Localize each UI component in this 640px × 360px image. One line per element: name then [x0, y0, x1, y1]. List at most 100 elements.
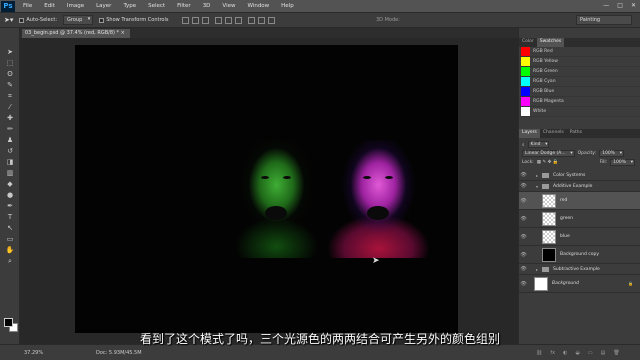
- menu-filter[interactable]: Filter: [171, 3, 197, 9]
- swatch-chip[interactable]: [521, 97, 530, 106]
- visibility-eye-icon[interactable]: 👁: [519, 216, 528, 222]
- tab-color[interactable]: Color: [519, 38, 537, 47]
- layer-row[interactable]: 👁 ▾ Additive Example: [519, 181, 640, 192]
- zoom-level[interactable]: 37.29%: [24, 350, 43, 356]
- layer-row[interactable]: 👁 Background copy: [519, 246, 640, 264]
- swatch-row[interactable]: White: [519, 107, 640, 117]
- menu-image[interactable]: Image: [61, 3, 90, 9]
- menu-layer[interactable]: Layer: [90, 3, 117, 9]
- swatch-row[interactable]: RGB Blue: [519, 87, 640, 97]
- adjustment-icon[interactable]: ◒: [575, 350, 579, 356]
- align-right-icon[interactable]: [235, 16, 243, 24]
- visibility-eye-icon[interactable]: 👁: [519, 183, 528, 189]
- hand-tool-icon[interactable]: ✋: [4, 245, 16, 255]
- layer-row[interactable]: 👁 blue: [519, 228, 640, 246]
- swatch-row[interactable]: RGB Cyan: [519, 77, 640, 87]
- distribute-bottom-icon[interactable]: [268, 16, 276, 24]
- align-top-icon[interactable]: [182, 16, 190, 24]
- menu-file[interactable]: File: [17, 3, 38, 9]
- move-tool-icon[interactable]: ➤▾: [4, 16, 13, 24]
- new-layer-icon[interactable]: ▤: [601, 350, 606, 356]
- menu-edit[interactable]: Edit: [38, 3, 61, 9]
- blend-mode-dropdown[interactable]: Linear Dodge (A...: [522, 150, 575, 157]
- fx-icon[interactable]: fx: [550, 350, 555, 356]
- history-brush-tool-icon[interactable]: ↺: [4, 146, 16, 156]
- healing-tool-icon[interactable]: ✚: [4, 113, 16, 123]
- swatch-row[interactable]: RGB Magenta: [519, 97, 640, 107]
- swatch-chip[interactable]: [521, 77, 530, 86]
- quick-select-tool-icon[interactable]: ✎: [4, 80, 16, 90]
- tab-layers[interactable]: Layers: [519, 129, 540, 138]
- move-tool-icon[interactable]: ➤: [4, 47, 16, 57]
- swatch-chip[interactable]: [521, 107, 530, 116]
- swatch-chip[interactable]: [521, 87, 530, 96]
- foreground-color[interactable]: [4, 318, 13, 327]
- auto-select-checkbox[interactable]: [19, 17, 25, 23]
- transform-checkbox[interactable]: [99, 17, 105, 23]
- workspace-switcher[interactable]: Painting: [576, 15, 632, 25]
- visibility-eye-icon[interactable]: 👁: [519, 172, 528, 178]
- tab-channels[interactable]: Channels: [540, 129, 567, 138]
- shape-tool-icon[interactable]: ▭: [4, 234, 16, 244]
- canvas-area[interactable]: ➤: [20, 38, 518, 344]
- link-icon[interactable]: ⛓: [536, 350, 542, 356]
- layer-row[interactable]: 👁 red: [519, 192, 640, 210]
- distribute-icon[interactable]: [248, 16, 256, 24]
- brush-tool-icon[interactable]: ✏: [4, 124, 16, 134]
- visibility-eye-icon[interactable]: 👁: [519, 266, 528, 272]
- swatch-row[interactable]: RGB Green: [519, 67, 640, 77]
- swatch-row[interactable]: RGB Yellow: [519, 57, 640, 67]
- expand-arrow-icon[interactable]: ▸: [536, 173, 538, 178]
- blur-tool-icon[interactable]: ◆: [4, 179, 16, 189]
- lock-icons[interactable]: ▦ ✎ ✥ 🔒: [537, 160, 559, 165]
- folder-icon[interactable]: ▭: [588, 350, 593, 356]
- align-center-icon[interactable]: [225, 16, 233, 24]
- path-select-tool-icon[interactable]: ↖: [4, 223, 16, 233]
- menu-view[interactable]: View: [216, 3, 241, 9]
- distribute-center-icon[interactable]: [258, 16, 266, 24]
- swatch-row[interactable]: RGB Red: [519, 47, 640, 57]
- menu-window[interactable]: Window: [241, 3, 275, 9]
- layer-row[interactable]: 👁 ▸ Color Systems: [519, 170, 640, 181]
- menu-help[interactable]: Help: [275, 3, 300, 9]
- maximize-icon[interactable]: □: [617, 2, 623, 9]
- menu-type[interactable]: Type: [117, 3, 142, 9]
- visibility-eye-icon[interactable]: 👁: [519, 234, 528, 240]
- visibility-eye-icon[interactable]: 👁: [519, 252, 528, 258]
- eraser-tool-icon[interactable]: ◨: [4, 157, 16, 167]
- document-tab[interactable]: 03_begin.psd @ 37.4% (red, RGB/8) * ×: [22, 29, 130, 38]
- kind-filter-dropdown[interactable]: Kind: [527, 141, 550, 148]
- pen-tool-icon[interactable]: ✒: [4, 201, 16, 211]
- visibility-eye-icon[interactable]: 👁: [519, 198, 528, 204]
- auto-select-dropdown[interactable]: Group: [63, 15, 94, 25]
- menu-select[interactable]: Select: [142, 3, 171, 9]
- stamp-tool-icon[interactable]: ♟: [4, 135, 16, 145]
- gradient-tool-icon[interactable]: ▥: [4, 168, 16, 178]
- canvas[interactable]: [75, 45, 458, 333]
- layer-row[interactable]: 👁 Background 🔒: [519, 275, 640, 293]
- expand-arrow-icon[interactable]: ▸: [536, 267, 538, 272]
- zoom-tool-icon[interactable]: ⌕: [4, 256, 16, 266]
- dodge-tool-icon[interactable]: ●: [4, 190, 16, 200]
- menu-3d[interactable]: 3D: [197, 3, 217, 9]
- lasso-tool-icon[interactable]: ʘ: [4, 69, 16, 79]
- eyedropper-tool-icon[interactable]: ⁄: [4, 102, 16, 112]
- layer-row[interactable]: 👁 ▸ Subtractive Example: [519, 264, 640, 275]
- marquee-tool-icon[interactable]: ⬚: [4, 58, 16, 68]
- align-middle-icon[interactable]: [192, 16, 200, 24]
- minimize-icon[interactable]: —: [603, 2, 609, 9]
- tab-swatches[interactable]: Swatches: [536, 38, 565, 47]
- type-tool-icon[interactable]: T: [4, 212, 16, 222]
- tab-paths[interactable]: Paths: [567, 129, 585, 138]
- swatch-chip[interactable]: [521, 47, 530, 56]
- trash-icon[interactable]: 🗑: [613, 350, 619, 356]
- swatch-chip[interactable]: [521, 67, 530, 76]
- swatch-chip[interactable]: [521, 57, 530, 66]
- layer-row[interactable]: 👁 green: [519, 210, 640, 228]
- align-left-icon[interactable]: [215, 16, 223, 24]
- crop-tool-icon[interactable]: ⌗: [4, 91, 16, 101]
- visibility-eye-icon[interactable]: 👁: [519, 281, 528, 287]
- fill-field[interactable]: 100%: [610, 159, 635, 166]
- close-icon[interactable]: ✕: [631, 2, 636, 9]
- expand-arrow-icon[interactable]: ▾: [536, 184, 538, 189]
